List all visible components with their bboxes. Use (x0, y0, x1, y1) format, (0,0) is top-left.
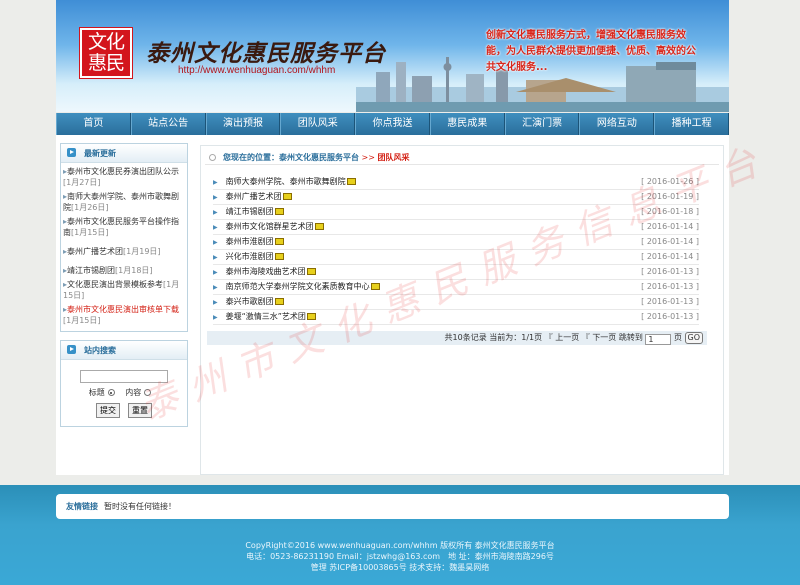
new-icon (314, 223, 324, 230)
breadcrumb-current[interactable]: 团队风采 (378, 153, 410, 162)
jump-label: 跳转到 (618, 333, 643, 342)
friend-links-label: 友情链接 (66, 502, 98, 511)
bullet-icon: ▶ (213, 254, 218, 261)
nav-item-notices[interactable]: 站点公告 (130, 113, 206, 135)
prev-page-link[interactable]: 『 上一页 (545, 333, 580, 342)
new-icon (282, 193, 292, 200)
new-icon (306, 313, 316, 320)
list-item[interactable]: ▶ 泰州市文化馆群星艺术团[ 2016-01-14 ] (213, 220, 699, 235)
nav-item-results[interactable]: 惠民成果 (429, 113, 505, 135)
next-page-link[interactable]: 『 下一页 (582, 333, 617, 342)
nav-item-shows[interactable]: 演出预报 (205, 113, 281, 135)
bullet-icon: ▶ (213, 224, 218, 231)
bullet-icon: ▶ (213, 239, 218, 246)
search-form: 标题 内容 提交 重置 (61, 360, 187, 426)
breadcrumb: 您现在的位置：泰州文化惠民服务平台 >> 团队风采 (205, 150, 719, 165)
nav-item-order[interactable]: 你点我送 (355, 113, 430, 135)
page-unit: 页 (673, 333, 682, 342)
new-icon (346, 178, 356, 185)
list-item[interactable]: ▸泰州市文化惠民服务平台操作指南[1月15日] (63, 216, 185, 238)
page-input[interactable]: 1 (645, 334, 672, 345)
list-item[interactable]: ▸南师大泰州学院、泰州市歌舞剧院[1月26日] (63, 191, 185, 213)
arrow-icon (67, 345, 76, 354)
bullet-icon: ▶ (213, 269, 218, 276)
site-logo[interactable]: 文化 惠民 (79, 27, 133, 79)
main-nav: 首页 站点公告 演出预报 团队风采 你点我送 惠民成果 汇演门票 网络互动 播种… (56, 113, 730, 135)
new-icon (274, 238, 284, 245)
radio-content[interactable] (144, 389, 152, 396)
list-item[interactable]: ▶ 兴化市淮剧团[ 2016-01-14 ] (213, 250, 699, 265)
new-icon (370, 283, 380, 290)
team-list: ▶ 南师大泰州学院、泰州市歌舞剧院[ 2016-01-26 ] ▶ 泰州广播艺术团[… (213, 175, 699, 325)
bullet-icon: ▶ (213, 284, 218, 291)
new-icon (274, 208, 284, 215)
go-button[interactable]: GO (684, 332, 703, 344)
pager-summary: 共10条记录 当前为：1/1页 (444, 333, 543, 342)
nav-item-seeding[interactable]: 播种工程 (654, 113, 730, 135)
nav-item-tickets[interactable]: 汇演门票 (504, 113, 580, 135)
list-item[interactable]: ▶ 泰州广播艺术团[ 2016-01-19 ] (213, 190, 699, 205)
bullet-icon: ▶ (213, 299, 218, 306)
new-icon (306, 268, 316, 275)
search-input[interactable] (80, 370, 168, 383)
main-content: 您现在的位置：泰州文化惠民服务平台 >> 团队风采 ▶ 南师大泰州学院、泰州市歌舞… (200, 145, 724, 475)
bullet-icon: ▶ (213, 179, 218, 186)
new-icon (274, 253, 284, 260)
reset-button[interactable]: 重置 (128, 403, 152, 418)
radio-content-label: 内容 (125, 388, 142, 397)
list-item[interactable]: ▸泰州广播艺术团[1月19日] (63, 246, 185, 257)
bullet-icon: ▶ (213, 209, 218, 216)
latest-news-title: 最新更新 (84, 149, 116, 158)
footer-copyright: CopyRight©2016 www.wenhuaguan.com/whhm 版… (245, 541, 555, 550)
footer-icp: 管理 苏ICP备10003865号 技术支持：魏墨昊网络 (310, 563, 490, 572)
latest-news-header: 最新更新 (61, 144, 187, 163)
content-area: 最新更新 ▸泰州市文化惠民券演出团队公示[1月27日] ▸南师大泰州学院、泰州市… (56, 135, 729, 475)
list-item[interactable]: ▶ 泰州市海陵戏曲艺术团[ 2016-01-13 ] (213, 265, 699, 280)
list-item[interactable]: ▶ 姜堰“激情三水”艺术团[ 2016-01-13 ] (213, 310, 699, 325)
list-item[interactable]: ▶ 泰兴市歌剧团[ 2016-01-13 ] (213, 295, 699, 310)
logo-line-1: 文化 (87, 31, 125, 53)
logo-line-2: 惠民 (87, 52, 125, 74)
breadcrumb-separator: >> (361, 153, 375, 162)
list-item[interactable]: ▸泰州市文化惠民演出审核单下载[1月15日] (63, 304, 185, 326)
arrow-icon (67, 148, 76, 157)
list-item[interactable]: ▶ 泰州市淮剧团[ 2016-01-14 ] (213, 235, 699, 250)
banner-slogan: 创新文化惠民服务方式，增强文化惠民服务效能，为人民群众提供更加便捷、优质、高效的… (486, 30, 696, 73)
submit-button[interactable]: 提交 (96, 403, 120, 418)
site-url: http://www.wenhuaguan.com/whhm (178, 65, 336, 76)
friend-links-text: 暂时没有任何链接！ (104, 502, 176, 511)
latest-news-box: 最新更新 ▸泰州市文化惠民券演出团队公示[1月27日] ▸南师大泰州学院、泰州市… (60, 143, 188, 332)
sidebar: 最新更新 ▸泰州市文化惠民券演出团队公示[1月27日] ▸南师大泰州学院、泰州市… (60, 143, 188, 435)
site-search-box: 站内搜索 标题 内容 提交 重置 (60, 340, 188, 427)
breadcrumb-prefix: 您现在的位置： (223, 153, 279, 162)
radio-title-label: 标题 (88, 388, 105, 397)
nav-item-interact[interactable]: 网络互动 (579, 113, 655, 135)
nav-item-home[interactable]: 首页 (56, 113, 131, 135)
breadcrumb-site[interactable]: 泰州文化惠民服务平台 (279, 153, 359, 162)
latest-news-list: ▸泰州市文化惠民券演出团队公示[1月27日] ▸南师大泰州学院、泰州市歌舞剧院[… (61, 163, 187, 331)
list-item[interactable]: ▸泰州市文化惠民券演出团队公示[1月27日] (63, 166, 185, 188)
site-search-title: 站内搜索 (84, 346, 116, 355)
radio-title[interactable] (107, 389, 115, 396)
footer-contact: 电话：0523-86231190 Email：jstzwhg@163.com 地… (246, 552, 554, 561)
search-scope: 标题 内容 (65, 387, 183, 398)
footer: CopyRight©2016 www.wenhuaguan.com/whhm 版… (0, 540, 800, 573)
list-item[interactable]: ▶ 靖江市锡剧团[ 2016-01-18 ] (213, 205, 699, 220)
site-search-header: 站内搜索 (61, 341, 187, 360)
new-icon (274, 298, 284, 305)
pagination: 共10条记录 当前为：1/1页 『 上一页 『 下一页 跳转到 1 页 GO (207, 331, 707, 345)
home-icon (209, 154, 216, 161)
list-item[interactable]: ▸文化惠民演出背景模板参考[1月15日] (63, 279, 185, 301)
list-item[interactable]: ▶ 南京师范大学泰州学院文化素质教育中心[ 2016-01-13 ] (213, 280, 699, 295)
friend-links: 友情链接 暂时没有任何链接！ (56, 494, 729, 519)
list-item[interactable]: ▸靖江市锡剧团[1月18日] (63, 265, 185, 276)
bullet-icon: ▶ (213, 194, 218, 201)
header-banner: 文化 惠民 泰州文化惠民服务平台 http://www.wenhuaguan.c… (56, 0, 729, 112)
site-title: 泰州文化惠民服务平台 (146, 40, 386, 67)
nav-item-teams[interactable]: 团队风采 (280, 113, 356, 135)
bullet-icon: ▶ (213, 314, 218, 321)
list-item[interactable]: ▶ 南师大泰州学院、泰州市歌舞剧院[ 2016-01-26 ] (213, 175, 699, 190)
